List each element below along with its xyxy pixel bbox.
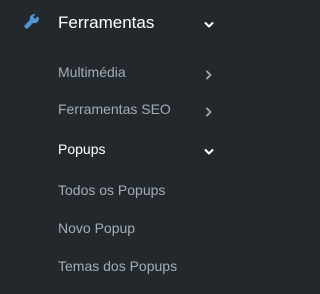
submenu-item-label: Popups: [58, 141, 106, 157]
submenu-item-label: Todos os Popups: [58, 182, 166, 198]
submenu-item-ferramentas-seo[interactable]: Ferramentas SEO: [0, 93, 240, 125]
menu-item-ferramentas[interactable]: Ferramentas: [0, 0, 240, 46]
submenu-item-label: Temas dos Popups: [58, 258, 178, 274]
submenu-item-popups[interactable]: Popups: [0, 133, 240, 165]
submenu-item-temas-dos-popups[interactable]: Temas dos Popups: [0, 250, 240, 282]
chevron-down-icon: [204, 144, 214, 155]
submenu-item-multimedia[interactable]: Multimédia: [0, 56, 240, 88]
menu-item-label: Ferramentas: [58, 13, 155, 32]
sidebar-menu: Ferramentas Multimédia Ferramentas SEO P…: [0, 0, 240, 294]
wrench-icon: [24, 14, 40, 30]
submenu-item-label: Ferramentas SEO: [58, 101, 171, 117]
submenu-item-label: Novo Popup: [58, 220, 136, 236]
submenu-item-label: Multimédia: [58, 64, 126, 80]
chevron-right-icon: [204, 67, 214, 80]
submenu-item-todos-os-popups[interactable]: Todos os Popups: [0, 174, 240, 206]
chevron-down-icon: [204, 17, 214, 28]
chevron-right-icon: [204, 104, 214, 117]
submenu-item-novo-popup[interactable]: Novo Popup: [0, 212, 240, 244]
